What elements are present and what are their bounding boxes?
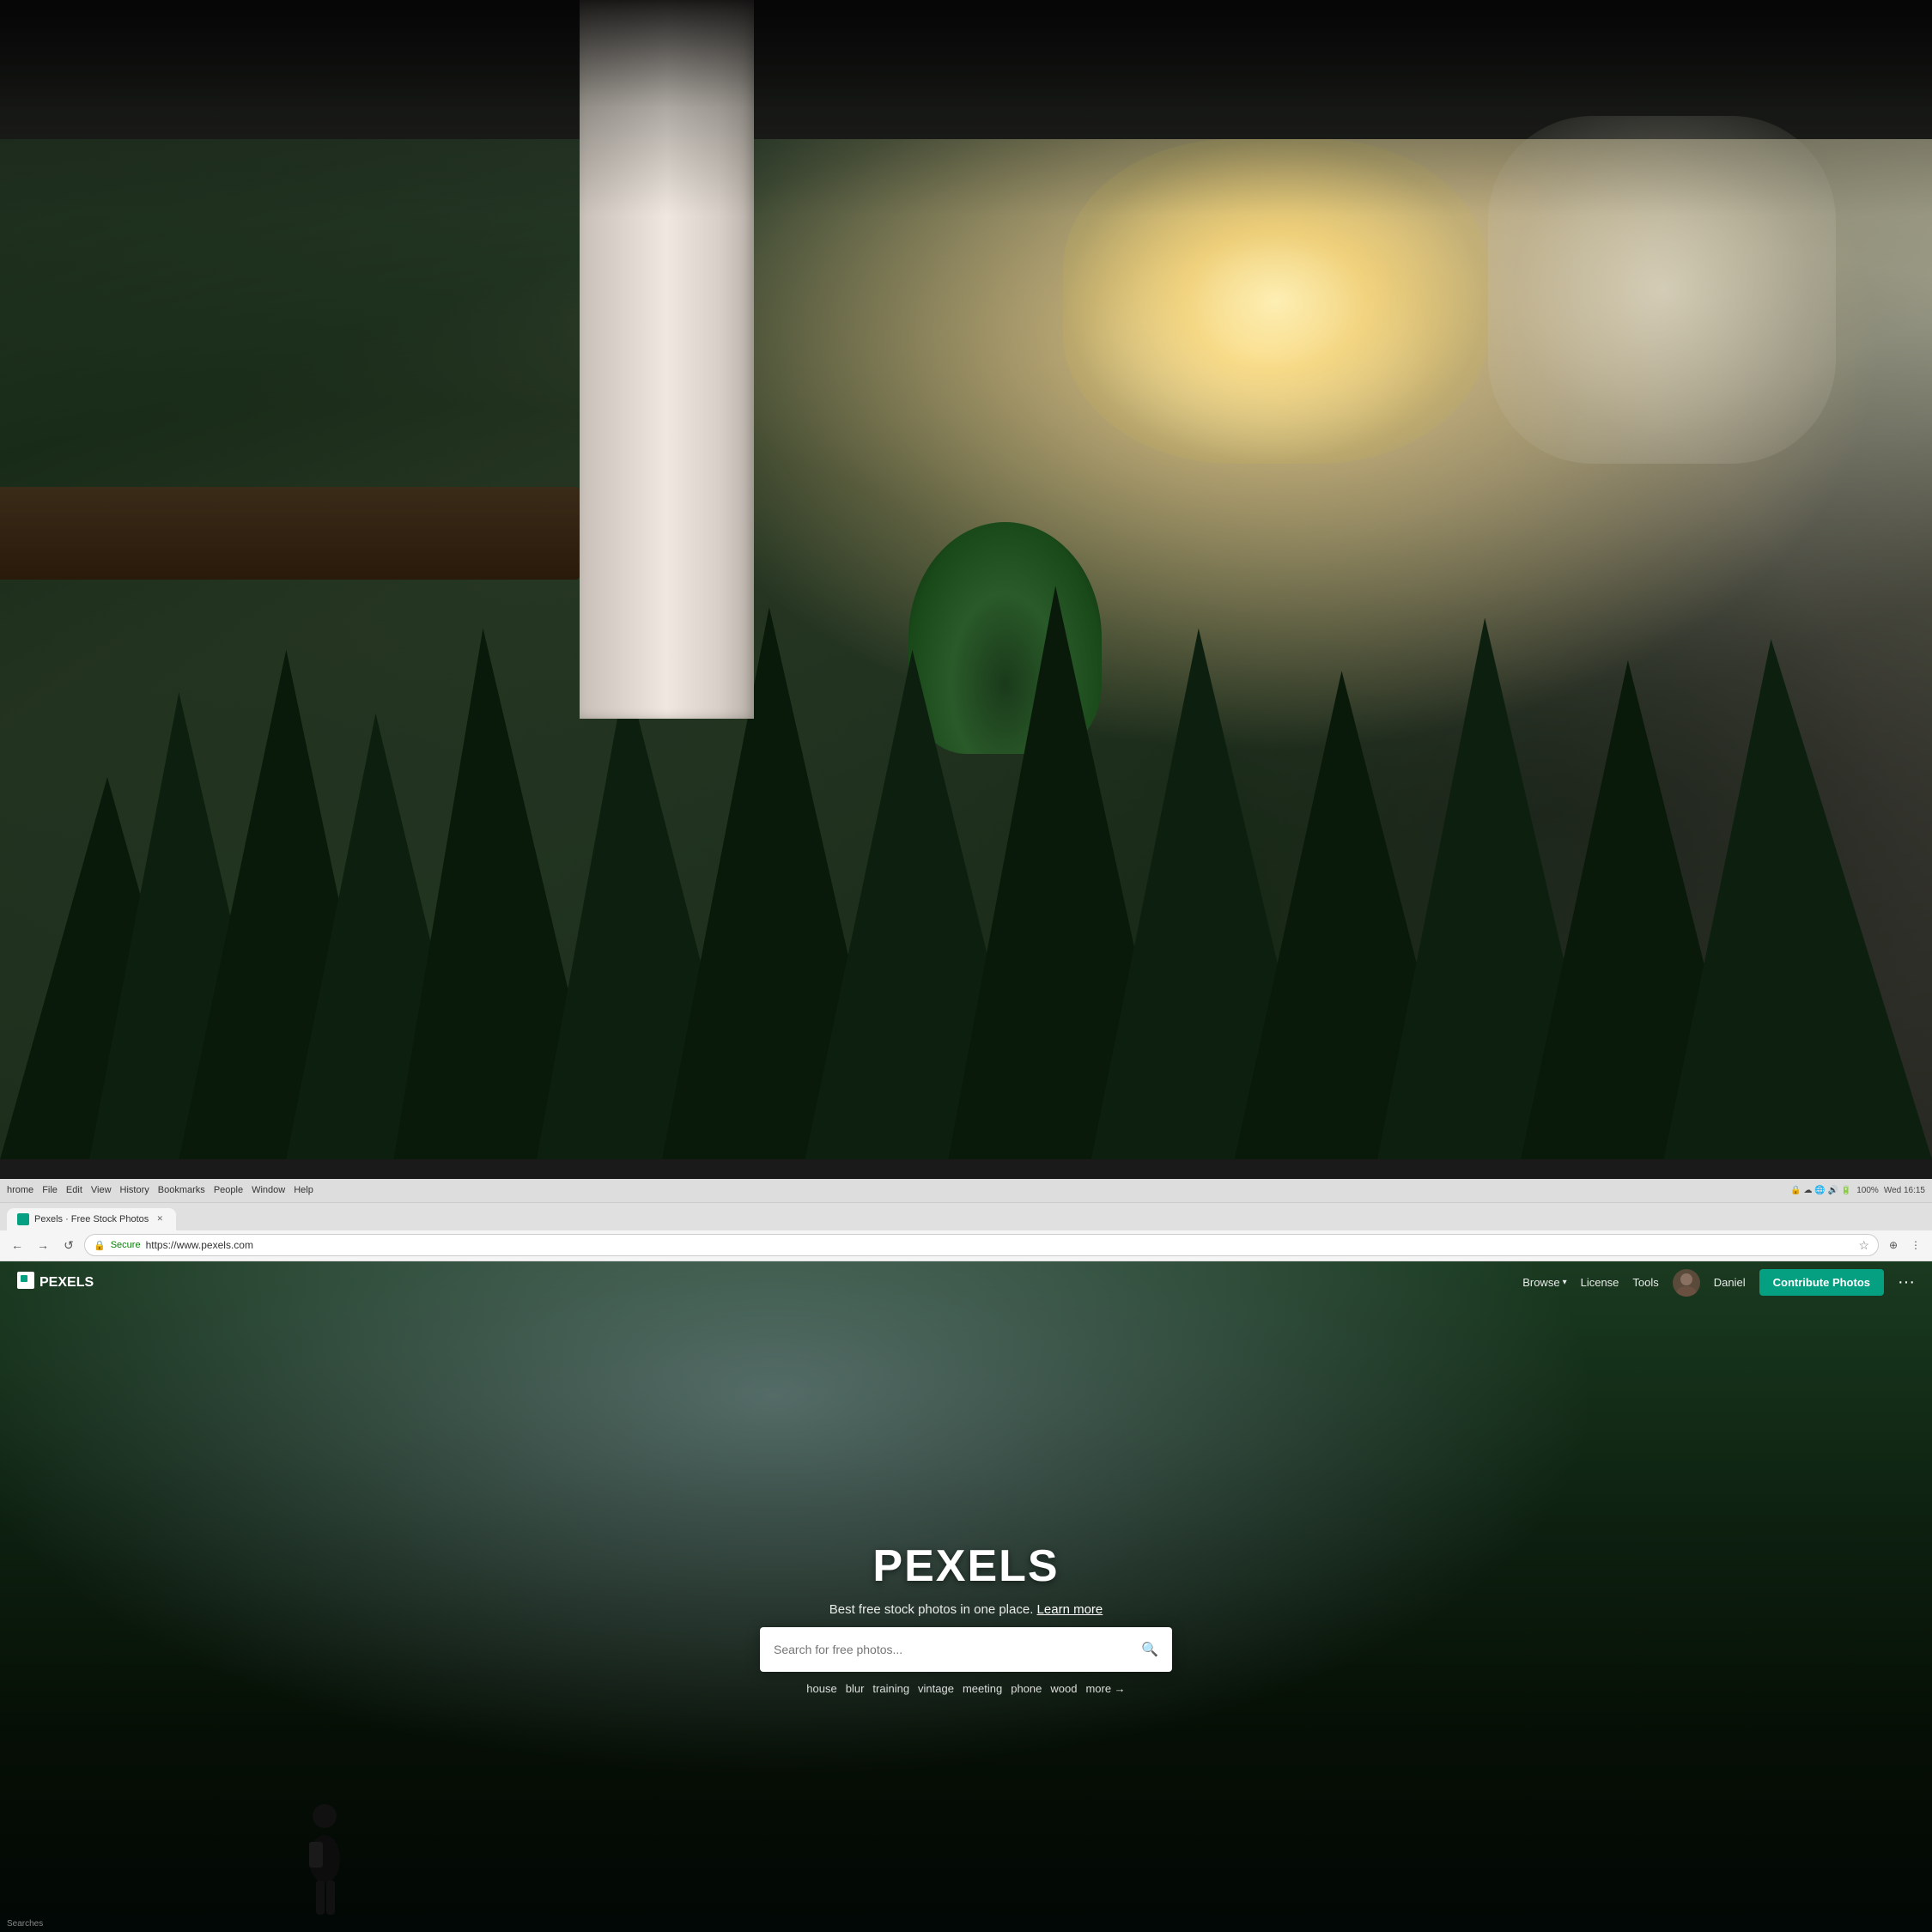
menu-bookmarks[interactable]: Bookmarks <box>158 1185 205 1195</box>
forward-button[interactable]: → <box>33 1235 53 1255</box>
user-name-label: Daniel <box>1714 1276 1746 1289</box>
menu-history[interactable]: History <box>120 1185 149 1195</box>
url-text: https://www.pexels.com <box>146 1239 253 1251</box>
bookmark-icon[interactable]: ☆ <box>1858 1238 1869 1253</box>
tag-house[interactable]: house <box>806 1682 836 1695</box>
extensions-icon[interactable]: ⊕ <box>1884 1236 1903 1255</box>
tag-phone[interactable]: phone <box>1011 1682 1042 1695</box>
menu-view[interactable]: View <box>91 1185 112 1195</box>
pexels-hero: PEXELS Browse License Tools <box>0 1261 1932 1932</box>
tools-nav-link[interactable]: Tools <box>1632 1276 1658 1289</box>
learn-more-link[interactable]: Learn more <box>1037 1602 1103 1617</box>
tag-wood[interactable]: wood <box>1050 1682 1077 1695</box>
pexels-tag-list: house blur training vintage meeting phon… <box>806 1682 1125 1695</box>
pexels-search-input[interactable] <box>774 1643 1133 1656</box>
tag-training[interactable]: training <box>872 1682 909 1695</box>
secure-label: Secure <box>111 1240 141 1250</box>
tab-label: Pexels · Free Stock Photos <box>34 1214 149 1224</box>
refresh-button[interactable]: ↺ <box>58 1235 79 1255</box>
office-photo-background <box>0 0 1932 1159</box>
os-menu-left: hrome File Edit View History Bookmarks P… <box>7 1185 313 1195</box>
pexels-subtitle: Best free stock photos in one place. Lea… <box>829 1602 1103 1617</box>
user-avatar[interactable] <box>1673 1269 1700 1297</box>
contribute-photos-button[interactable]: Contribute Photos <box>1759 1269 1884 1296</box>
tab-bar: Pexels · Free Stock Photos ✕ <box>0 1203 1932 1230</box>
nav-more-button[interactable]: ··· <box>1898 1273 1915 1292</box>
menu-edit[interactable]: Edit <box>66 1185 82 1195</box>
address-bar: ← → ↺ 🔒 Secure https://www.pexels.com ☆ … <box>0 1230 1932 1261</box>
tags-more-link[interactable]: more → <box>1085 1682 1125 1695</box>
tab-favicon <box>17 1213 29 1225</box>
pexels-search-icon[interactable]: 🔍 <box>1141 1641 1158 1658</box>
menu-chrome[interactable]: hrome <box>7 1185 33 1195</box>
svg-text:PEXELS: PEXELS <box>39 1275 94 1290</box>
license-nav-link[interactable]: License <box>1581 1276 1619 1289</box>
tag-meeting[interactable]: meeting <box>963 1682 1002 1695</box>
active-tab[interactable]: Pexels · Free Stock Photos ✕ <box>7 1208 176 1230</box>
pexels-search-bar[interactable]: 🔍 <box>760 1627 1172 1672</box>
toolbar-icons: ⊕ ⋮ <box>1884 1236 1925 1255</box>
pexels-title: PEXELS <box>872 1540 1059 1592</box>
menu-people[interactable]: People <box>214 1185 243 1195</box>
pexels-website: PEXELS Browse License Tools <box>0 1261 1932 1932</box>
os-status-bar: 🔒 ☁ 🌐 🔊 🔋 100% Wed 16:15 <box>1790 1186 1925 1195</box>
back-button[interactable]: ← <box>7 1235 27 1255</box>
status-icons: 🔒 ☁ 🌐 🔊 🔋 <box>1790 1186 1851 1195</box>
browse-nav-link[interactable]: Browse <box>1522 1276 1566 1289</box>
room-overlay <box>0 0 1932 719</box>
menu-window[interactable]: Window <box>252 1185 285 1195</box>
tag-blur[interactable]: blur <box>846 1682 865 1695</box>
secure-icon: 🔒 <box>94 1240 106 1251</box>
menu-file[interactable]: File <box>42 1185 58 1195</box>
pexels-nav: PEXELS Browse License Tools <box>0 1261 1932 1304</box>
os-menu-bar: hrome File Edit View History Bookmarks P… <box>0 1179 1932 1203</box>
clock: Wed 16:15 <box>1884 1186 1925 1195</box>
battery-percent: 100% <box>1856 1186 1879 1195</box>
tag-vintage[interactable]: vintage <box>918 1682 954 1695</box>
more-options-icon[interactable]: ⋮ <box>1906 1236 1925 1255</box>
pexels-hero-content: PEXELS Best free stock photos in one pla… <box>0 1304 1932 1932</box>
menu-help[interactable]: Help <box>294 1185 313 1195</box>
tab-close-button[interactable]: ✕ <box>154 1213 166 1225</box>
browser-window: hrome File Edit View History Bookmarks P… <box>0 1179 1932 1932</box>
url-bar[interactable]: 🔒 Secure https://www.pexels.com ☆ <box>84 1234 1879 1256</box>
pexels-logo[interactable]: PEXELS <box>17 1267 103 1297</box>
